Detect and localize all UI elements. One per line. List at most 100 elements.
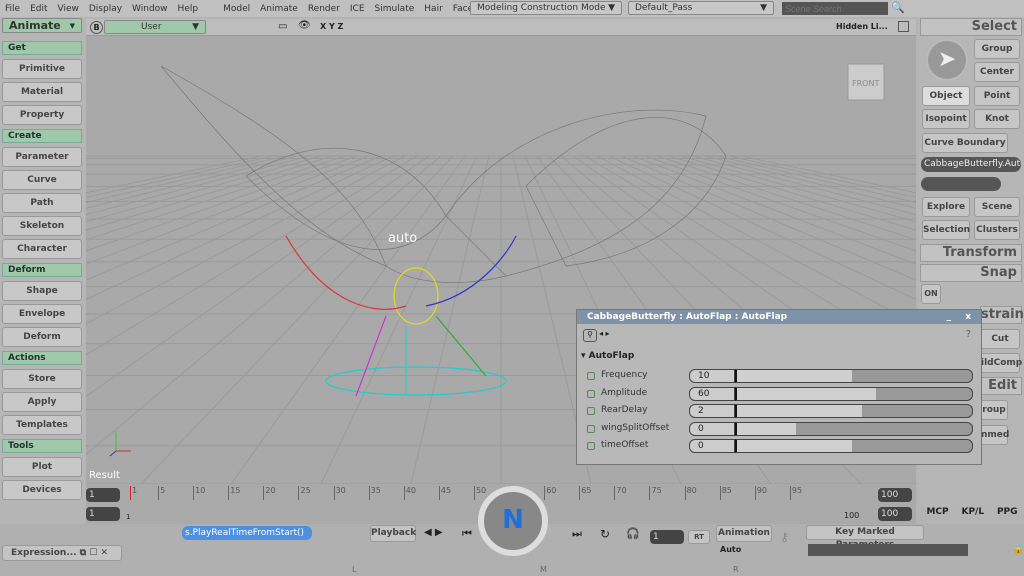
select-arrow-icon[interactable]: ➤ xyxy=(926,39,968,81)
button-deform[interactable]: Deform xyxy=(2,327,82,347)
immed-button[interactable]: nmed xyxy=(980,425,1009,445)
menu-display[interactable]: Display xyxy=(89,4,122,14)
key-icon[interactable]: ⚷ xyxy=(780,530,789,544)
button-plot[interactable]: Plot xyxy=(2,457,82,477)
button-skeleton[interactable]: Skeleton xyxy=(2,216,82,236)
scene-button[interactable]: Scene xyxy=(974,197,1020,217)
ppg-section[interactable]: ▾ AutoFlap xyxy=(581,351,634,361)
auto-key-button[interactable]: Auto xyxy=(720,545,741,554)
button-parameter[interactable]: Parameter xyxy=(2,147,82,167)
tab-ppg[interactable]: PPG xyxy=(997,507,1018,523)
timeline-start-field[interactable]: 1 xyxy=(86,488,120,502)
camera-icon[interactable]: ▭ xyxy=(278,21,287,32)
button-devices[interactable]: Devices xyxy=(2,480,82,500)
key-icon[interactable]: ⚲ xyxy=(583,329,597,342)
param-value-field[interactable]: 0 xyxy=(689,421,735,436)
isopoint-button[interactable]: Isopoint xyxy=(922,109,970,129)
animate-checkbox[interactable] xyxy=(587,442,595,450)
button-store[interactable]: Store xyxy=(2,369,82,389)
selection-field-2[interactable] xyxy=(921,177,1001,191)
button-envelope[interactable]: Envelope xyxy=(2,304,82,324)
edit-group-button[interactable]: roup xyxy=(980,400,1008,420)
button-character[interactable]: Character xyxy=(2,239,82,259)
menu-edit[interactable]: Edit xyxy=(30,4,47,14)
section-actions[interactable]: Actions xyxy=(2,351,82,365)
section-tools[interactable]: Tools xyxy=(2,439,82,453)
animate-checkbox[interactable] xyxy=(587,407,595,415)
audio-icon[interactable]: 🎧 xyxy=(626,527,640,540)
key-marked-parameters-button[interactable]: Key Marked Parameters xyxy=(806,525,924,550)
first-frame-icon[interactable]: ⏮ xyxy=(462,527,472,541)
help-icon[interactable]: ? xyxy=(966,329,971,340)
selection-button[interactable]: Selection xyxy=(922,220,970,240)
menu-ice[interactable]: ICE xyxy=(350,4,365,14)
minimize-button[interactable]: _ xyxy=(947,310,952,324)
menu-render[interactable]: Render xyxy=(308,4,340,14)
object-button[interactable]: Object xyxy=(922,86,970,106)
button-primitive[interactable]: Primitive xyxy=(2,59,82,79)
toolbar-mode-dropdown[interactable]: Animate ▼ xyxy=(2,18,82,33)
animate-checkbox[interactable] xyxy=(587,389,595,398)
param-slider[interactable] xyxy=(735,404,973,418)
close-button[interactable]: x xyxy=(965,310,971,324)
animation-button[interactable]: Animation xyxy=(716,525,772,542)
button-curve[interactable]: Curve xyxy=(2,170,82,190)
group-button[interactable]: Group xyxy=(974,39,1020,59)
param-slider[interactable] xyxy=(735,439,973,453)
eye-icon[interactable]: 👁 xyxy=(298,20,311,31)
button-property[interactable]: Property xyxy=(2,105,82,125)
expression-tab[interactable]: Expression... ⧉ ☐ ✕ xyxy=(2,545,122,561)
last-frame-icon[interactable]: ⏭ xyxy=(572,527,582,541)
maximize-icon[interactable] xyxy=(898,21,909,32)
ppg-title-bar[interactable]: CabbageButterfly : AutoFlap : AutoFlap _… xyxy=(577,310,981,324)
close-icon[interactable]: ⧉ ☐ ✕ xyxy=(80,548,108,558)
select-header[interactable]: Select xyxy=(920,18,1022,36)
knot-button[interactable]: Knot xyxy=(974,109,1020,129)
param-value-field[interactable]: 0 xyxy=(689,439,735,453)
param-value-field[interactable]: 2 xyxy=(689,404,735,418)
rt-button[interactable]: RT xyxy=(688,530,710,544)
menu-view[interactable]: View xyxy=(58,4,79,14)
mode-dropdown[interactable]: Modeling Construction Mode ▼ xyxy=(470,1,622,15)
button-apply[interactable]: Apply xyxy=(2,392,82,412)
childcomp-button[interactable]: ildComp xyxy=(980,353,1022,373)
viewport-b-icon[interactable]: B xyxy=(90,21,103,34)
param-value-field[interactable]: 10 xyxy=(689,369,735,383)
button-path[interactable]: Path xyxy=(2,193,82,213)
snap-on-button[interactable]: ON xyxy=(921,284,941,304)
playback-button[interactable]: Playback xyxy=(370,525,416,542)
menu-file[interactable]: File xyxy=(5,4,20,14)
menu-hair[interactable]: Hair xyxy=(424,4,442,14)
section-create[interactable]: Create xyxy=(2,129,82,143)
animate-checkbox[interactable] xyxy=(587,424,595,433)
button-shape[interactable]: Shape xyxy=(2,281,82,301)
scene-search-input[interactable] xyxy=(782,2,888,15)
clusters-button[interactable]: Clusters xyxy=(974,220,1020,240)
menu-window[interactable]: Window xyxy=(132,4,168,14)
snap-header[interactable]: Snap xyxy=(920,264,1022,282)
transform-header[interactable]: Transform xyxy=(920,244,1022,262)
frame-field[interactable]: 1 xyxy=(650,530,684,544)
loop-icon[interactable]: ↻ xyxy=(600,527,610,541)
tab-kpl[interactable]: KP/L xyxy=(961,507,984,523)
timeline-end-field[interactable]: 100 xyxy=(878,488,912,502)
display-mode-menu[interactable]: Hidden Li... xyxy=(836,22,888,31)
animate-checkbox[interactable] xyxy=(587,372,595,380)
prev-next-frame-icons[interactable]: ◀ ▶ xyxy=(424,527,443,538)
param-slider[interactable] xyxy=(735,369,973,383)
tab-mcp[interactable]: MCP xyxy=(926,507,948,523)
timeline-start-field-2[interactable]: 1 xyxy=(86,507,120,521)
param-value-field[interactable]: 60 xyxy=(689,386,735,401)
constrain-header[interactable]: strain xyxy=(980,306,1024,324)
param-slider[interactable] xyxy=(735,421,973,436)
param-slider[interactable] xyxy=(735,386,973,401)
nav-arrows-icon[interactable]: ◂ ▸ xyxy=(599,329,610,338)
cut-button[interactable]: Cut xyxy=(980,329,1020,349)
selection-field[interactable]: CabbageButterfly.Auto xyxy=(921,157,1021,172)
menu-simulate[interactable]: Simulate xyxy=(375,4,415,14)
section-deform[interactable]: Deform xyxy=(2,263,82,277)
explore-button[interactable]: Explore xyxy=(922,197,970,217)
curve-boundary-button[interactable]: Curve Boundary xyxy=(922,133,1008,153)
menu-animate[interactable]: Animate xyxy=(260,4,298,14)
section-get[interactable]: Get xyxy=(2,41,82,55)
